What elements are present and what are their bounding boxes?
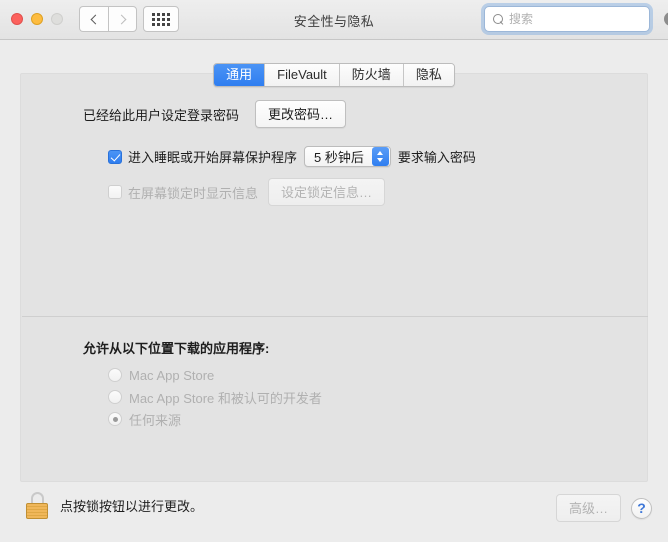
- lock-hint-text: 点按锁按钮以进行更改。: [60, 499, 204, 514]
- radio-row-anywhere: 任何来源: [108, 408, 322, 430]
- lock-icon[interactable]: [26, 492, 48, 519]
- search-input[interactable]: [509, 12, 664, 26]
- lock-message-row: 在屏幕锁定时显示信息 设定锁定信息…: [108, 178, 668, 206]
- radio-label-app-store: Mac App Store: [129, 367, 215, 383]
- window-body: 通用 FileVault 防火墙 隐私 已经给此用户设定登录密码 更改密码… 进…: [0, 40, 668, 542]
- radio-app-store-identified: [108, 390, 122, 404]
- radio-app-store: [108, 368, 122, 382]
- advanced-button: 高级…: [555, 494, 621, 522]
- search-icon: [493, 13, 504, 25]
- lock-area: 点按锁按钮以进行更改。: [26, 492, 203, 519]
- system-preferences-window: 安全性与隐私 通用 FileVault 防火墙 隐私 已经给此用户设定登录密码 …: [0, 0, 668, 542]
- require-password-checkbox[interactable]: [108, 149, 122, 164]
- footer-bar: 点按锁按钮以进行更改。 高级… ?: [0, 482, 668, 542]
- radio-anywhere: [108, 412, 122, 426]
- search-field[interactable]: [484, 6, 668, 32]
- tab-firewall[interactable]: 防火墙: [339, 64, 404, 86]
- tab-privacy[interactable]: 隐私: [403, 64, 454, 86]
- tab-bar: 通用 FileVault 防火墙 隐私: [0, 63, 668, 87]
- help-button[interactable]: ?: [631, 497, 652, 519]
- tab-filevault[interactable]: FileVault: [265, 64, 340, 86]
- set-lock-message-button: 设定锁定信息…: [268, 178, 386, 206]
- require-password-prefix-label: 进入睡眠或开始屏幕保护程序: [128, 150, 298, 165]
- lock-message-checkbox: [108, 185, 122, 199]
- password-status-row: 已经给此用户设定登录密码 更改密码…: [83, 100, 668, 128]
- title-bar: 安全性与隐私: [0, 0, 668, 40]
- change-password-button[interactable]: 更改密码…: [255, 100, 347, 128]
- download-section-title: 允许从以下位置下载的应用程序:: [83, 341, 270, 356]
- chevron-updown-icon: [371, 147, 389, 166]
- tab-general[interactable]: 通用: [214, 64, 266, 86]
- radio-row-app-store-identified: Mac App Store 和被认可的开发者: [108, 386, 322, 408]
- password-delay-value: 5 秒钟后: [314, 150, 364, 165]
- password-status-label: 已经给此用户设定登录密码: [83, 107, 240, 123]
- download-source-radio-group: Mac App Store Mac App Store 和被认可的开发者 任何来…: [108, 364, 322, 430]
- password-delay-dropdown[interactable]: 5 秒钟后: [304, 146, 391, 167]
- general-pane: 已经给此用户设定登录密码 更改密码… 进入睡眠或开始屏幕保护程序 5 秒钟后 要…: [0, 100, 668, 428]
- lock-message-label: 在屏幕锁定时显示信息: [128, 185, 259, 201]
- require-password-row: 进入睡眠或开始屏幕保护程序 5 秒钟后 要求输入密码: [108, 146, 668, 167]
- require-password-suffix-label: 要求输入密码: [397, 150, 476, 165]
- footer-actions: 高级… ?: [555, 494, 652, 522]
- radio-label-app-store-identified: Mac App Store 和被认可的开发者: [129, 390, 322, 406]
- section-divider: [22, 316, 648, 317]
- radio-label-anywhere: 任何来源: [129, 412, 182, 428]
- radio-row-app-store: Mac App Store: [108, 364, 322, 386]
